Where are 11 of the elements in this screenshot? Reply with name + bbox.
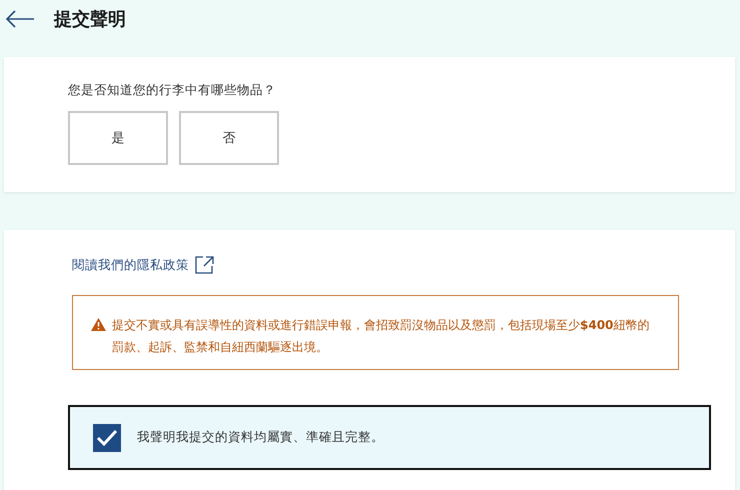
- page-title: 提交聲明: [54, 8, 126, 30]
- external-link-icon[interactable]: [195, 256, 214, 274]
- warning-icon: [91, 318, 106, 331]
- answer-option-button[interactable]: 是: [68, 111, 168, 165]
- privacy-policy-link[interactable]: 閱讀我們的隱私政策: [72, 256, 189, 274]
- warning-text: 提交不實或具有誤導性的資料或進行錯誤申報，會招致罰沒物品以及懲罰，包括現場至少$400紐幣的罰款、起訴、監禁和自紐西蘭驅逐出境。: [112, 317, 650, 355]
- back-arrow-icon[interactable]: [5, 10, 35, 28]
- question-text: 您是否知道您的行李中有哪些物品？: [68, 82, 277, 99]
- checkbox[interactable]: [93, 424, 121, 452]
- answer-option-button[interactable]: 否: [179, 111, 279, 165]
- declaration-label: 我聲明我提交的資料均屬實、準確且完整。: [137, 429, 384, 446]
